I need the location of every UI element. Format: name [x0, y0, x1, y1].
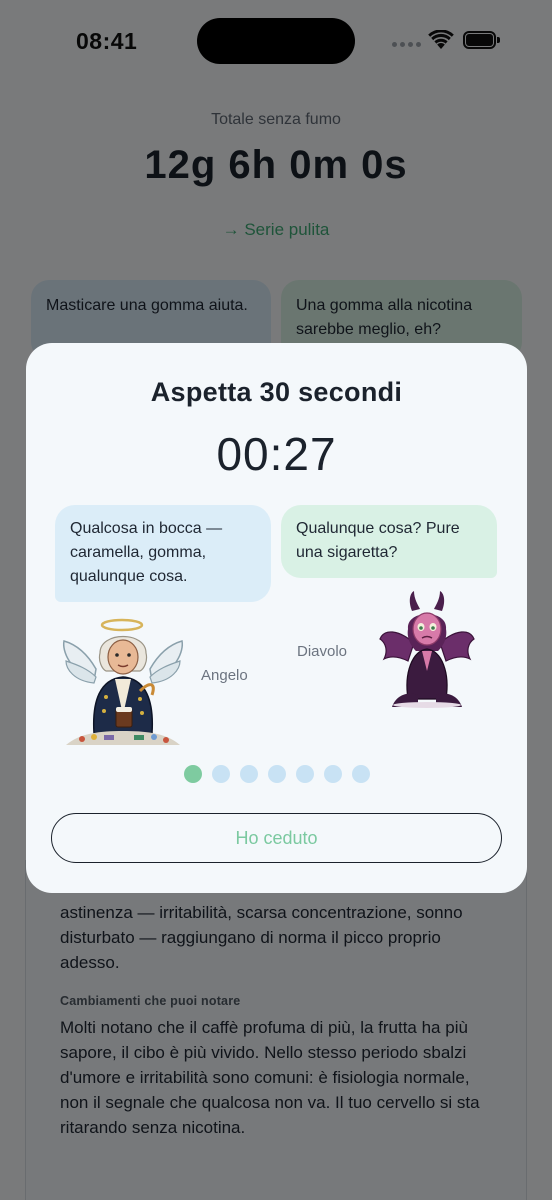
- devil-name-label: Diavolo: [297, 643, 348, 660]
- page-dot[interactable]: [351, 765, 370, 783]
- devil-speech-bubble: Qualunque cosa? Pure una sigaretta?: [281, 505, 497, 578]
- wait-modal: Aspetta 30 secondi 00:27 Qualcosa in boc…: [26, 343, 527, 893]
- modal-title: Aspetta 30 secondi: [150, 377, 403, 407]
- page-dot[interactable]: [183, 765, 202, 783]
- angel-speech-bubble: Qualcosa in bocca — caramella, gomma, qu…: [55, 505, 271, 602]
- angel-illustration: [62, 618, 184, 745]
- page-dot[interactable]: [239, 765, 258, 783]
- countdown-timer: 00:27: [216, 428, 337, 480]
- devil-illustration: [379, 591, 475, 708]
- gave-in-button[interactable]: Ho ceduto: [51, 813, 502, 863]
- page-dot[interactable]: [323, 765, 342, 783]
- page-dot[interactable]: [295, 765, 314, 783]
- page-dot[interactable]: [267, 765, 286, 783]
- page-indicator: [26, 765, 527, 783]
- page-dot[interactable]: [211, 765, 230, 783]
- angel-name-label: Angelo: [201, 667, 248, 684]
